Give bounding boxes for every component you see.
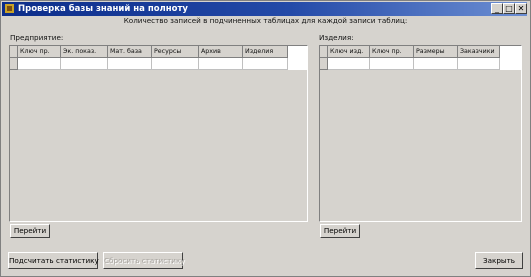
products-grid-header: Ключ изд. Ключ пр. Размеры Заказчики bbox=[320, 46, 500, 58]
column-header[interactable]: Мат. база bbox=[108, 46, 152, 58]
enterprise-grid-header: Ключ пр. Эк. показ. Мат. база Ресурсы Ар… bbox=[10, 46, 288, 58]
enterprise-label: Предприятие: bbox=[10, 33, 64, 42]
count-statistics-button[interactable]: Подсчитать статистику bbox=[8, 252, 99, 269]
grid-empty-area bbox=[320, 70, 521, 221]
grid-cell[interactable] bbox=[199, 58, 243, 70]
title-bar: Проверка базы знаний на полноту _ □ ✕ bbox=[2, 2, 527, 16]
grid-cell[interactable] bbox=[370, 58, 414, 70]
column-header[interactable]: Эк. показ. bbox=[61, 46, 108, 58]
minimize-icon: _ bbox=[495, 4, 499, 13]
reset-statistics-button: Сбросить статистику bbox=[103, 252, 185, 269]
column-header[interactable]: Ресурсы bbox=[152, 46, 199, 58]
column-header[interactable]: Архив bbox=[199, 46, 243, 58]
table-row[interactable] bbox=[320, 58, 500, 70]
minimize-button[interactable]: _ bbox=[491, 3, 503, 14]
grid-cell[interactable] bbox=[61, 58, 108, 70]
grid-corner bbox=[10, 46, 18, 58]
products-label: Изделия: bbox=[319, 33, 354, 42]
products-grid[interactable]: Ключ изд. Ключ пр. Размеры Заказчики bbox=[319, 45, 522, 222]
grid-cell[interactable] bbox=[152, 58, 199, 70]
grid-cell[interactable] bbox=[108, 58, 152, 70]
maximize-icon: □ bbox=[505, 4, 513, 13]
table-row[interactable] bbox=[10, 58, 288, 70]
caption-text: Количество записей в подчиненных таблица… bbox=[123, 16, 408, 25]
column-header[interactable]: Ключ пр. bbox=[370, 46, 414, 58]
grid-cell[interactable] bbox=[328, 58, 370, 70]
grid-cell[interactable] bbox=[458, 58, 500, 70]
goto-enterprise-button[interactable]: Перейти bbox=[10, 224, 50, 238]
close-icon: ✕ bbox=[517, 4, 525, 13]
grid-corner bbox=[320, 46, 328, 58]
row-indicator[interactable] bbox=[320, 58, 328, 70]
goto-products-button[interactable]: Перейти bbox=[320, 224, 360, 238]
column-header[interactable]: Ключ изд. bbox=[328, 46, 370, 58]
column-header[interactable]: Размеры bbox=[414, 46, 458, 58]
row-indicator[interactable] bbox=[10, 58, 18, 70]
grid-cell[interactable] bbox=[18, 58, 61, 70]
column-header[interactable]: Заказчики bbox=[458, 46, 500, 58]
grid-cell[interactable] bbox=[243, 58, 288, 70]
maximize-button[interactable]: □ bbox=[503, 3, 515, 14]
grid-empty-area bbox=[10, 70, 307, 221]
app-icon bbox=[5, 4, 14, 13]
window-title: Проверка базы знаний на полноту bbox=[18, 4, 188, 14]
grid-cell[interactable] bbox=[414, 58, 458, 70]
enterprise-grid[interactable]: Ключ пр. Эк. показ. Мат. база Ресурсы Ар… bbox=[9, 45, 308, 222]
column-header[interactable]: Ключ пр. bbox=[18, 46, 61, 58]
close-button[interactable]: Закрыть bbox=[475, 252, 523, 269]
column-header[interactable]: Изделия bbox=[243, 46, 288, 58]
close-window-button[interactable]: ✕ bbox=[515, 3, 527, 14]
